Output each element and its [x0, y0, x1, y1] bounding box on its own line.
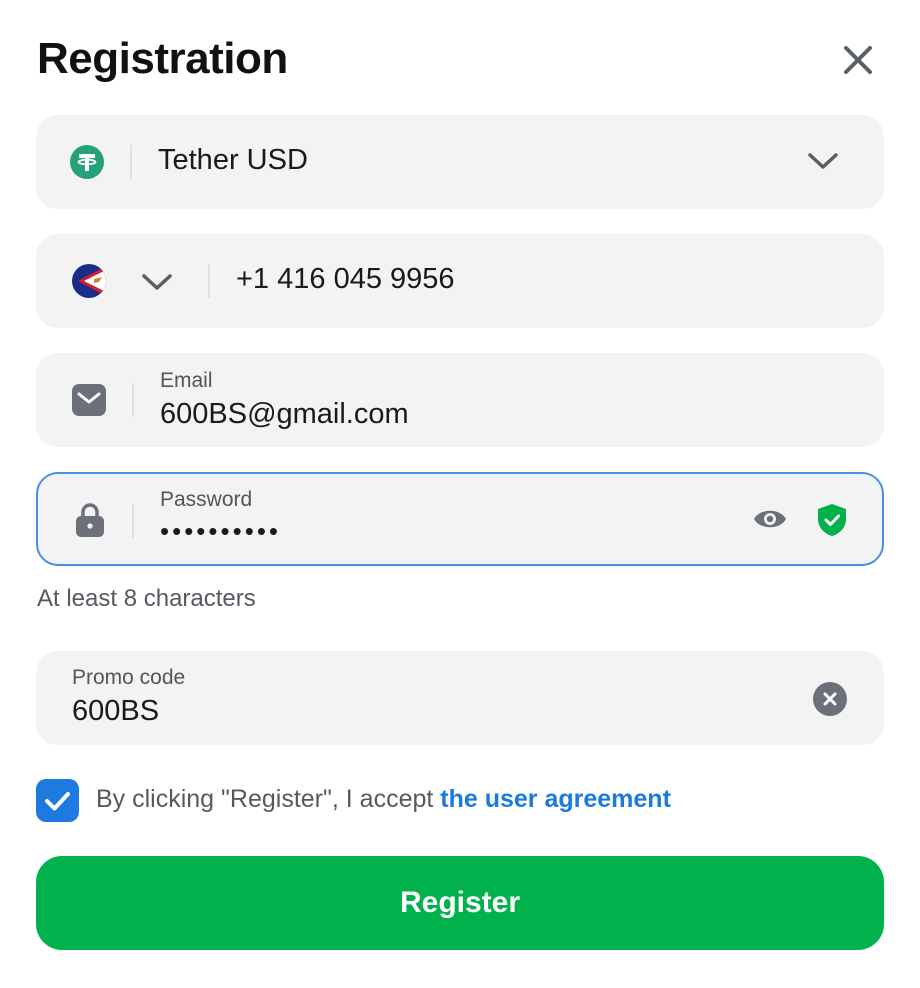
promo-label: Promo code [72, 666, 186, 689]
phone-field[interactable]: +1 416 045 9956 [36, 234, 884, 328]
lock-icon [76, 503, 104, 537]
page-title: Registration [37, 34, 288, 83]
field-divider [208, 264, 210, 298]
field-divider [132, 504, 134, 538]
clear-icon[interactable] [812, 681, 848, 717]
agreement-label: By clicking "Register", I accept [96, 785, 441, 813]
email-field[interactable]: Email 600BS@gmail.com [36, 353, 884, 447]
email-value[interactable]: 600BS@gmail.com [160, 398, 409, 431]
currency-select[interactable]: Tether USD [36, 115, 884, 209]
eye-icon[interactable] [752, 506, 788, 532]
field-divider [130, 145, 132, 179]
chevron-down-icon[interactable] [140, 270, 174, 294]
password-hint: At least 8 characters [37, 585, 256, 612]
agreement-checkbox[interactable] [36, 779, 79, 822]
close-icon [844, 46, 872, 74]
flag-icon[interactable] [72, 264, 106, 298]
email-label: Email [160, 369, 213, 392]
password-label: Password [160, 488, 253, 511]
password-field[interactable]: Password •••••••••• [36, 472, 884, 566]
tether-icon [70, 145, 104, 179]
mail-icon [72, 384, 106, 416]
phone-value[interactable]: +1 416 045 9956 [236, 263, 455, 296]
field-divider [132, 383, 134, 417]
check-icon [45, 792, 70, 811]
promo-value[interactable]: 600BS [72, 695, 159, 728]
currency-value: Tether USD [158, 144, 308, 176]
agreement-text: By clicking "Register", I accept the use… [96, 785, 671, 814]
register-button[interactable]: Register [36, 856, 884, 950]
close-button[interactable] [838, 40, 878, 80]
user-agreement-link[interactable]: the user agreement [440, 785, 671, 813]
promo-field[interactable]: Promo code 600BS [36, 651, 884, 745]
password-value[interactable]: •••••••••• [160, 516, 281, 547]
shield-check-icon [818, 504, 846, 536]
chevron-down-icon [808, 153, 838, 169]
registration-modal: Registration Tether USD +1 416 045 9956 … [0, 0, 920, 988]
